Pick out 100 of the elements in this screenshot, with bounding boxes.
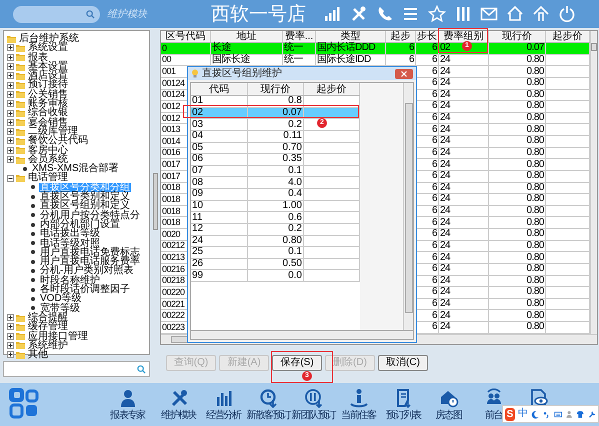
power-icon[interactable]	[558, 5, 576, 23]
columns-icon[interactable]	[454, 5, 472, 23]
column-header[interactable]: 现行价	[248, 83, 304, 95]
tree-item[interactable]: 时段名称维护	[39, 276, 101, 286]
tree-item[interactable]: 分机用户按分类特点分	[39, 210, 141, 220]
tree-item[interactable]: 直拨区号组别和定义	[39, 201, 131, 211]
expand-icon[interactable]	[7, 90, 14, 98]
wrench-icon[interactable]	[588, 408, 596, 420]
taskbar-item[interactable]: 报表专家	[110, 411, 145, 421]
moon-icon[interactable]	[530, 408, 540, 420]
signal-icon[interactable]	[324, 5, 342, 23]
home-icon[interactable]	[506, 5, 524, 23]
tree-item[interactable]: 电话等级对照	[39, 238, 101, 248]
tree-item[interactable]: 餐饮公共代码	[27, 136, 89, 146]
taskbar-item[interactable]: 当前住客	[341, 411, 376, 421]
action-button[interactable]: 取消(C)	[378, 355, 428, 371]
tree-item[interactable]: 综合收银	[27, 108, 69, 118]
tree-item[interactable]: 用户直拨电话免费标志	[39, 248, 141, 258]
tree-search-field[interactable]	[3, 361, 150, 377]
column-header[interactable]: 步长	[417, 32, 437, 42]
action-button[interactable]: 保存(S)	[272, 355, 322, 371]
expand-icon[interactable]	[7, 137, 14, 144]
tree-item[interactable]: 分机-用户类别对照表	[39, 266, 134, 276]
expand-icon[interactable]	[7, 110, 14, 117]
tree-item[interactable]: 应用接口管理	[27, 332, 89, 341]
expand-icon[interactable]	[7, 54, 14, 61]
expand-icon[interactable]	[7, 82, 14, 89]
tree-item[interactable]: 后台维护系统	[18, 34, 80, 44]
column-header[interactable]: 起步	[390, 32, 410, 42]
collapse-icon[interactable]	[7, 174, 14, 182]
expand-icon[interactable]	[7, 342, 14, 349]
tree-item[interactable]: 宴会销售	[27, 118, 69, 127]
scrollbar-thumb[interactable]	[404, 103, 412, 313]
taskbar-item[interactable]: 新散客预订	[246, 411, 290, 421]
tree-item[interactable]: 综合提醒	[27, 312, 69, 322]
menu-icon[interactable]	[402, 5, 420, 23]
tree-item[interactable]: 用户直拨电话服务费率	[39, 257, 141, 266]
tree-item[interactable]: 公关销售	[27, 90, 69, 100]
tree-item[interactable]: 宽带等级	[39, 304, 81, 313]
tree-item[interactable]: 电话拨出等级	[39, 229, 101, 239]
column-header[interactable]: 起步价	[552, 32, 582, 42]
mail-icon[interactable]	[480, 5, 498, 23]
column-header[interactable]: 现行价	[502, 32, 532, 42]
tree-item[interactable]: 客房中心	[27, 146, 69, 155]
tree-item[interactable]: XMS-XMS混合部署	[31, 164, 120, 174]
taskbar-item[interactable]: 预订列表	[386, 411, 421, 421]
tree-item[interactable]: 预订接待	[27, 80, 69, 90]
column-header[interactable]: 区号代码	[166, 32, 206, 42]
expand-icon[interactable]	[7, 146, 14, 154]
tools-icon[interactable]	[350, 5, 368, 23]
column-header[interactable]: 费率组别	[444, 32, 484, 42]
column-header[interactable]: 起步价	[304, 83, 360, 95]
horizontal-scrollbar[interactable]	[190, 331, 414, 340]
taskbar-item[interactable]: 维护模块	[161, 411, 196, 421]
tree-item[interactable]: 系统维护	[27, 340, 69, 350]
upload-icon[interactable]	[532, 5, 550, 23]
taskbar-item[interactable]: 房态图	[435, 411, 462, 421]
taskbar-item[interactable]: 经营分析	[206, 411, 241, 421]
tree-item[interactable]: 缓存管理	[27, 322, 69, 332]
expand-icon[interactable]	[7, 63, 14, 70]
tree-item[interactable]: 会员系统	[27, 154, 69, 164]
tree-item[interactable]: 电话管理	[27, 173, 69, 183]
expand-icon[interactable]	[7, 351, 14, 358]
column-header[interactable]: 费率...	[284, 32, 314, 42]
tree-item[interactable]: 报表	[27, 52, 49, 62]
expand-icon[interactable]	[7, 72, 14, 80]
expand-icon[interactable]	[7, 314, 14, 322]
tree-item[interactable]: 各时段话价调整因子	[39, 285, 131, 294]
tree-item[interactable]: 内部分机部门设置	[39, 220, 121, 230]
shirt-icon[interactable]	[576, 408, 585, 420]
column-header[interactable]: 代码	[191, 83, 248, 95]
expand-icon[interactable]	[7, 156, 14, 163]
table-cell: 0013	[162, 125, 180, 134]
scrollbar-thumb[interactable]	[152, 173, 158, 230]
expand-icon[interactable]	[7, 44, 14, 52]
expand-icon[interactable]	[7, 128, 14, 136]
star-icon[interactable]	[428, 5, 446, 23]
table-cell: 0.80	[526, 218, 544, 228]
column-header[interactable]: 地址	[236, 32, 256, 42]
expand-icon[interactable]	[7, 332, 14, 340]
vertical-scrollbar[interactable]	[590, 31, 597, 334]
tree-item[interactable]: 其他	[27, 350, 49, 360]
expand-icon[interactable]	[7, 118, 14, 126]
tree-item[interactable]: 基本设置	[27, 62, 69, 72]
expand-icon[interactable]	[7, 323, 14, 330]
tree-item[interactable]: 系统设置	[27, 43, 69, 53]
taskbar-item[interactable]: 前台	[484, 411, 502, 421]
taskbar-item[interactable]: 新团队预订	[292, 411, 336, 421]
close-button[interactable]	[395, 68, 413, 78]
scrollbar-thumb[interactable]	[591, 43, 597, 51]
tree-item[interactable]: VOD等级	[39, 294, 83, 304]
ime-mode[interactable]: 中	[518, 409, 528, 419]
tree-item[interactable]: 直拨区号类别和定义	[39, 192, 131, 202]
column-header[interactable]: 类型	[340, 32, 360, 42]
tree-item[interactable]: 酒店设置	[27, 71, 69, 80]
expand-icon[interactable]	[7, 100, 14, 108]
tree-item[interactable]: 账务审核	[27, 99, 69, 108]
search-field[interactable]	[13, 6, 100, 22]
phone-icon[interactable]	[376, 5, 394, 23]
vertical-scrollbar[interactable]	[403, 83, 413, 330]
